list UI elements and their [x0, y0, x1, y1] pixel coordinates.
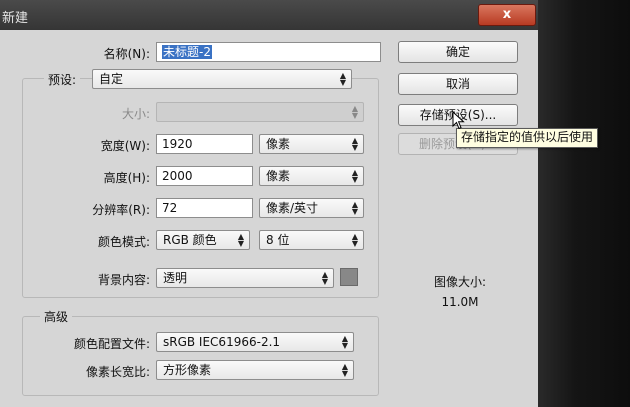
name-value: 未标题-2: [162, 45, 212, 59]
select-arrows-icon: ▲ ▼: [351, 200, 358, 216]
window-title: 新建: [2, 11, 29, 26]
height-unit-value: 像素: [266, 169, 291, 183]
color-mode-select[interactable]: RGB 颜色 ▲ ▼: [156, 230, 250, 250]
select-arrows-icon: ▲ ▼: [351, 136, 358, 152]
preset-label: 预设:: [44, 71, 81, 88]
resolution-input[interactable]: 72: [156, 198, 253, 218]
tooltip: 存储指定的值供以后使用: [456, 128, 599, 148]
background-select[interactable]: 透明 ▲ ▼: [156, 268, 334, 288]
new-document-dialog: 名称(N): 未标题-2 预设: 自定 ▲ ▼ 大小: ▲ ▼ 宽度(W): 192…: [0, 30, 538, 407]
background-color-swatch: [340, 268, 358, 286]
mouse-cursor-icon: [452, 111, 465, 130]
name-input[interactable]: 未标题-2: [156, 42, 381, 62]
ok-button[interactable]: 确定: [398, 41, 518, 63]
bit-depth-value: 8 位: [266, 233, 290, 247]
pixel-aspect-value: 方形像素: [163, 363, 212, 377]
select-arrows-icon: ▲ ▼: [237, 232, 244, 248]
select-arrows-icon: ▲ ▼: [339, 71, 346, 87]
color-profile-value: sRGB IEC61966-2.1: [163, 335, 281, 349]
close-button[interactable]: x: [478, 4, 536, 26]
select-arrows-icon: ▲ ▼: [321, 270, 328, 286]
preset-select[interactable]: 自定 ▲ ▼: [92, 69, 352, 89]
cancel-button[interactable]: 取消: [398, 73, 518, 95]
select-arrows-icon: ▲ ▼: [351, 168, 358, 184]
color-mode-label: 颜色模式:: [97, 235, 150, 249]
resolution-unit-value: 像素/英寸: [266, 201, 319, 215]
image-size-label: 图像大小:: [433, 275, 487, 289]
size-select[interactable]: ▲ ▼: [156, 102, 364, 122]
select-arrows-icon: ▲ ▼: [341, 334, 348, 350]
size-label: 大小:: [121, 107, 150, 121]
title-bar: 新建 x: [0, 0, 538, 30]
width-unit-value: 像素: [266, 137, 291, 151]
name-label: 名称(N):: [103, 47, 150, 61]
background-value: 透明: [163, 271, 188, 285]
height-unit-select[interactable]: 像素 ▲ ▼: [259, 166, 364, 186]
color-profile-select[interactable]: sRGB IEC61966-2.1 ▲ ▼: [156, 332, 354, 352]
width-input[interactable]: 1920: [156, 134, 253, 154]
width-label: 宽度(W):: [100, 139, 150, 153]
color-profile-label: 颜色配置文件:: [73, 337, 150, 351]
resolution-label: 分辨率(R):: [92, 203, 150, 217]
bit-depth-select[interactable]: 8 位 ▲ ▼: [259, 230, 364, 250]
advanced-title: 高级: [40, 308, 73, 325]
advanced-group: [22, 316, 379, 396]
height-label: 高度(H):: [103, 171, 150, 185]
resolution-unit-select[interactable]: 像素/英寸 ▲ ▼: [259, 198, 364, 218]
background-label: 背景内容:: [97, 273, 150, 287]
background-area: [538, 0, 630, 407]
height-input[interactable]: 2000: [156, 166, 253, 186]
pixel-aspect-label: 像素长宽比:: [85, 365, 150, 379]
preset-value: 自定: [99, 72, 124, 86]
width-unit-select[interactable]: 像素 ▲ ▼: [259, 134, 364, 154]
select-arrows-icon: ▲ ▼: [351, 232, 358, 248]
select-arrows-icon: ▲ ▼: [351, 104, 358, 120]
color-mode-value: RGB 颜色: [163, 233, 217, 247]
image-size-value: 11.0M: [441, 295, 479, 309]
pixel-aspect-select[interactable]: 方形像素 ▲ ▼: [156, 360, 354, 380]
select-arrows-icon: ▲ ▼: [341, 362, 348, 378]
